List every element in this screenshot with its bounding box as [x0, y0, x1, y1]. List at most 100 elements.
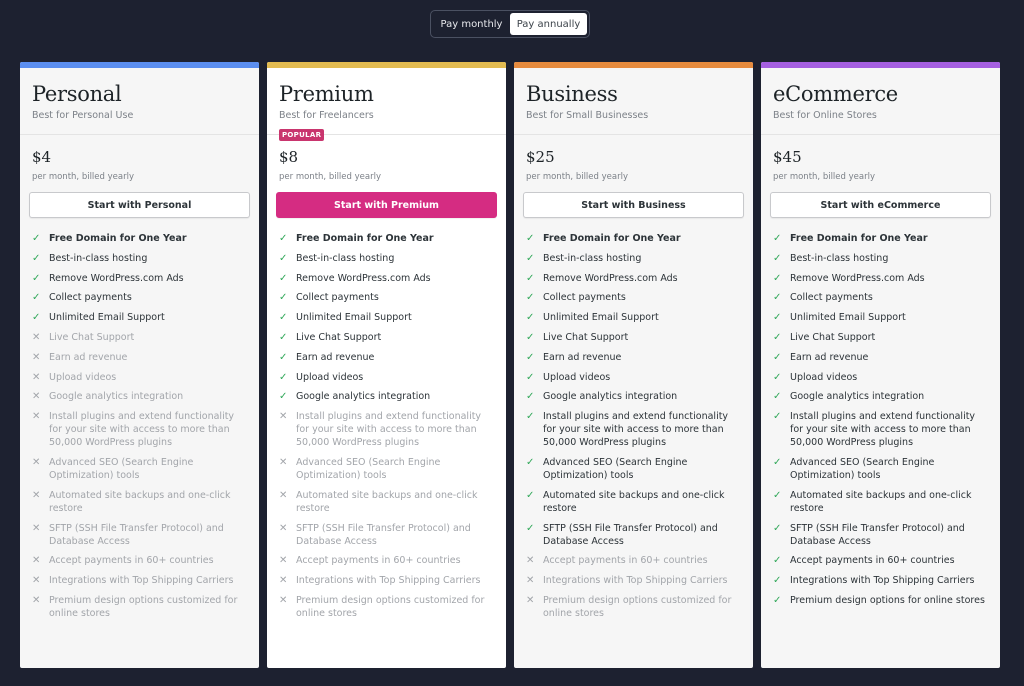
- feature-item: ✕ Advanced SEO (Search Engine Optimizatio…: [32, 456, 247, 482]
- feature-item: ✓ Upload videos: [526, 371, 741, 384]
- feature-item: ✕ Premium design options customized for o…: [32, 594, 247, 620]
- checkmark-icon: ✓: [279, 292, 288, 304]
- feature-text: Integrations with Top Shipping Carriers: [296, 575, 481, 587]
- feature-text: Google analytics integration: [49, 391, 184, 403]
- start-with-personal-button[interactable]: Start with Personal: [29, 192, 250, 218]
- feature-text: Install plugins and extend functionality…: [790, 411, 976, 449]
- plan-header: Premium Best for Freelancers POPULAR: [267, 62, 506, 141]
- feature-text: Free Domain for One Year: [49, 233, 187, 244]
- feature-text: SFTP (SSH File Transfer Protocol) and Da…: [790, 522, 965, 547]
- plan-card-business: Business Best for Small Businesses $25 p…: [514, 62, 753, 668]
- feature-list: ✓ Free Domain for One Year ✓ Best-in-class …: [20, 232, 259, 620]
- feature-list: ✓ Free Domain for One Year ✓ Best-in-class …: [761, 232, 1000, 607]
- plan-header: Business Best for Small Businesses: [514, 62, 753, 135]
- feature-item: ✓ Collect payments: [526, 291, 741, 304]
- feature-item: ✕ Integrations with Top Shipping Carriers: [526, 574, 741, 587]
- feature-text: Remove WordPress.com Ads: [543, 272, 678, 284]
- feature-text: Accept payments in 60+ countries: [49, 555, 214, 567]
- checkmark-icon: ✓: [279, 351, 288, 363]
- price-note: per month, billed yearly: [526, 172, 628, 182]
- start-with-business-button[interactable]: Start with Business: [523, 192, 744, 218]
- feature-item: ✓ Remove WordPress.com Ads: [32, 272, 247, 285]
- plan-name: eCommerce: [773, 82, 898, 106]
- feature-item: ✕ Upload videos: [32, 371, 247, 384]
- checkmark-icon: ✓: [773, 391, 782, 403]
- feature-item: ✓ Collect payments: [279, 291, 494, 304]
- feature-item: ✓ Earn ad revenue: [526, 351, 741, 364]
- feature-item: ✓ Upload videos: [773, 371, 988, 384]
- checkmark-icon: ✓: [526, 252, 535, 264]
- feature-item: ✓ Live Chat Support: [279, 331, 494, 344]
- feature-item: ✕ Integrations with Top Shipping Carriers: [32, 574, 247, 587]
- start-with-premium-button[interactable]: Start with Premium: [276, 192, 497, 218]
- feature-item: ✓ Free Domain for One Year: [773, 232, 988, 245]
- feature-item: ✓ Free Domain for One Year: [526, 232, 741, 245]
- feature-text: Unlimited Email Support: [790, 312, 906, 324]
- feature-item: ✓ Remove WordPress.com Ads: [279, 272, 494, 285]
- feature-text: Accept payments in 60+ countries: [790, 555, 955, 567]
- cross-icon: ✕: [32, 351, 41, 363]
- feature-item: ✕ Automated site backups and one-click re…: [279, 489, 494, 515]
- feature-item: ✕ Integrations with Top Shipping Carriers: [279, 574, 494, 587]
- feature-text: Collect payments: [543, 292, 626, 304]
- cross-icon: ✕: [526, 555, 535, 567]
- checkmark-icon: ✓: [526, 489, 535, 501]
- feature-text: Free Domain for One Year: [790, 233, 928, 244]
- feature-item: ✕ Accept payments in 60+ countries: [526, 554, 741, 567]
- feature-item: ✓ Collect payments: [32, 291, 247, 304]
- feature-text: Premium design options customized for on…: [49, 594, 238, 619]
- feature-text: Earn ad revenue: [296, 351, 375, 363]
- feature-text: Earn ad revenue: [49, 351, 128, 363]
- feature-text: Google analytics integration: [790, 391, 925, 403]
- feature-item: ✓ Integrations with Top Shipping Carriers: [773, 574, 988, 587]
- price-note: per month, billed yearly: [32, 172, 134, 182]
- cross-icon: ✕: [279, 411, 288, 423]
- checkmark-icon: ✓: [773, 411, 782, 423]
- feature-item: ✓ Unlimited Email Support: [32, 311, 247, 324]
- feature-item: ✕ Premium design options customized for o…: [526, 594, 741, 620]
- cross-icon: ✕: [279, 575, 288, 587]
- plan-card-personal: Personal Best for Personal Use $4 per mo…: [20, 62, 259, 668]
- feature-text: Advanced SEO (Search Engine Optimization…: [543, 456, 688, 481]
- feature-item: ✕ Accept payments in 60+ countries: [279, 554, 494, 567]
- cross-icon: ✕: [32, 391, 41, 403]
- feature-item: ✕ Live Chat Support: [32, 331, 247, 344]
- billing-toggle: Pay monthly Pay annually: [430, 10, 590, 38]
- cross-icon: ✕: [32, 594, 41, 606]
- checkmark-icon: ✓: [32, 312, 41, 324]
- checkmark-icon: ✓: [773, 575, 782, 587]
- pay-monthly-option[interactable]: Pay monthly: [433, 13, 510, 35]
- cross-icon: ✕: [526, 594, 535, 606]
- checkmark-icon: ✓: [773, 555, 782, 567]
- checkmark-icon: ✓: [773, 272, 782, 284]
- feature-list: ✓ Free Domain for One Year ✓ Best-in-class …: [267, 232, 506, 620]
- feature-text: Best-in-class hosting: [49, 252, 148, 264]
- checkmark-icon: ✓: [773, 252, 782, 264]
- feature-item: ✕ Advanced SEO (Search Engine Optimizatio…: [279, 456, 494, 482]
- plan-price: $8: [279, 148, 299, 166]
- feature-item: ✓ Best-in-class hosting: [32, 252, 247, 265]
- feature-text: Earn ad revenue: [543, 351, 622, 363]
- feature-item: ✓ Automated site backups and one-click re…: [526, 489, 741, 515]
- feature-text: Unlimited Email Support: [543, 312, 659, 324]
- cross-icon: ✕: [32, 371, 41, 383]
- feature-item: ✓ Unlimited Email Support: [773, 311, 988, 324]
- feature-item: ✓ Unlimited Email Support: [279, 311, 494, 324]
- cross-icon: ✕: [32, 456, 41, 468]
- feature-text: Remove WordPress.com Ads: [49, 272, 184, 284]
- feature-item: ✓ Google analytics integration: [773, 390, 988, 403]
- feature-item: ✓ Best-in-class hosting: [773, 252, 988, 265]
- start-with-ecommerce-button[interactable]: Start with eCommerce: [770, 192, 991, 218]
- feature-item: ✕ Automated site backups and one-click re…: [32, 489, 247, 515]
- feature-item: ✕ Accept payments in 60+ countries: [32, 554, 247, 567]
- feature-text: Live Chat Support: [296, 331, 382, 343]
- checkmark-icon: ✓: [526, 233, 535, 244]
- pay-annually-option[interactable]: Pay annually: [510, 13, 587, 35]
- checkmark-icon: ✓: [773, 456, 782, 468]
- feature-item: ✕ SFTP (SSH File Transfer Protocol) and D…: [279, 522, 494, 548]
- plan-tagline: Best for Freelancers: [279, 110, 374, 121]
- feature-text: Advanced SEO (Search Engine Optimization…: [49, 456, 194, 481]
- feature-text: Remove WordPress.com Ads: [296, 272, 431, 284]
- feature-text: Free Domain for One Year: [296, 233, 434, 244]
- feature-item: ✓ Advanced SEO (Search Engine Optimizatio…: [526, 456, 741, 482]
